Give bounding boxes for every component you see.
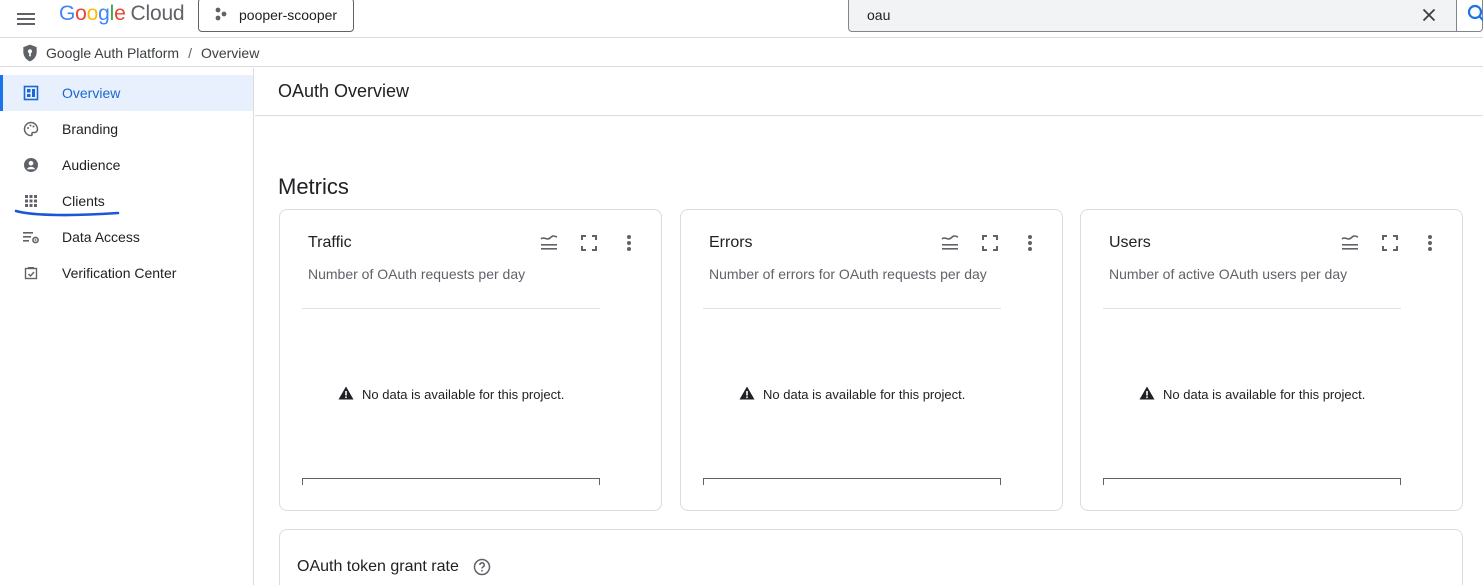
fullscreen-icon[interactable] <box>978 231 1002 255</box>
main-content: OAuth Overview Metrics Traffic Number of… <box>255 68 1483 585</box>
palette-icon <box>22 120 40 138</box>
warning-icon <box>1139 386 1155 403</box>
list-settings-icon <box>22 228 40 246</box>
chart-axis <box>703 478 1001 485</box>
empty-state-message: No data is available for this project. <box>362 387 565 402</box>
logo-letter: o <box>75 2 87 25</box>
fullscreen-icon[interactable] <box>577 231 601 255</box>
fullscreen-icon[interactable] <box>1378 231 1402 255</box>
project-dots-icon <box>213 6 229 25</box>
metric-card-errors: Errors Number of errors for OAuth reques… <box>680 209 1063 511</box>
project-picker-button[interactable]: pooper-scooper <box>198 0 354 32</box>
grant-rate-title-text: OAuth token grant rate <box>297 558 459 575</box>
sidebar-item-overview[interactable]: Overview <box>0 75 253 111</box>
empty-state: No data is available for this project. <box>338 386 564 403</box>
close-icon[interactable] <box>1418 4 1440 26</box>
sidebar-item-label: Overview <box>62 85 121 101</box>
apps-grid-icon <box>22 192 40 210</box>
card-actions <box>537 231 641 255</box>
help-circle-icon[interactable] <box>473 558 491 576</box>
metric-card-users: Users Number of active OAuth users per d… <box>1080 209 1463 511</box>
shield-icon <box>20 43 40 63</box>
breadcrumb-item-overview[interactable]: Overview <box>201 45 259 61</box>
sidebar-item-label: Audience <box>62 157 121 173</box>
sidebar-item-label: Verification Center <box>62 265 177 281</box>
top-app-bar: Google Cloud pooper-scooper <box>0 0 1483 38</box>
sidebar-item-label: Clients <box>62 193 105 209</box>
empty-state: No data is available for this project. <box>739 386 965 403</box>
chart-style-icon[interactable] <box>537 231 561 255</box>
card-subtitle: Number of active OAuth users per day <box>1109 266 1348 282</box>
empty-state-message: No data is available for this project. <box>763 387 966 402</box>
divider <box>302 308 600 309</box>
page-title: OAuth Overview <box>255 68 1483 116</box>
breadcrumb-item-platform[interactable]: Google Auth Platform <box>46 45 179 61</box>
empty-state: No data is available for this project. <box>1139 386 1365 403</box>
logo-letter: o <box>86 2 99 25</box>
logo-product-name: Cloud <box>130 2 185 25</box>
sidebar-item-label: Branding <box>62 121 119 137</box>
sidebar-item-label: Data Access <box>62 229 140 245</box>
card-title: Traffic <box>308 234 352 251</box>
sidebar: Overview Branding Audience Clients Data … <box>0 68 254 585</box>
logo-letter: e <box>114 2 126 25</box>
chart-axis <box>1103 478 1401 485</box>
divider <box>1103 308 1401 309</box>
more-vert-icon[interactable] <box>1418 231 1442 255</box>
breadcrumb: Google Auth Platform / Overview <box>0 39 1483 67</box>
section-title-metrics: Metrics <box>278 174 349 199</box>
logo-letter: G <box>59 2 76 25</box>
card-subtitle: Number of errors for OAuth requests per … <box>709 266 987 282</box>
sidebar-item-audience[interactable]: Audience <box>0 147 253 183</box>
card-title: Users <box>1109 234 1151 251</box>
warning-icon <box>338 386 354 403</box>
empty-state-message: No data is available for this project. <box>1163 387 1366 402</box>
verified-checkbox-icon <box>22 264 40 282</box>
google-cloud-logo[interactable]: Google Cloud <box>59 2 185 26</box>
chart-style-icon[interactable] <box>1338 231 1362 255</box>
card-subtitle: Number of OAuth requests per day <box>308 266 526 282</box>
sidebar-item-verification-center[interactable]: Verification Center <box>0 255 253 291</box>
breadcrumb-separator: / <box>188 44 192 61</box>
metric-card-traffic: Traffic Number of OAuth requests per day… <box>279 209 662 511</box>
more-vert-icon[interactable] <box>617 231 641 255</box>
card-title: Errors <box>709 234 753 251</box>
search-input[interactable] <box>849 6 1389 23</box>
sidebar-item-data-access[interactable]: Data Access <box>0 219 253 255</box>
search-box <box>848 0 1456 32</box>
grant-rate-card: OAuth token grant rate <box>279 529 1463 585</box>
warning-icon <box>739 386 755 403</box>
chart-style-icon[interactable] <box>938 231 962 255</box>
grant-rate-title: OAuth token grant rate <box>297 558 491 576</box>
more-vert-icon[interactable] <box>1018 231 1042 255</box>
card-actions <box>1338 231 1442 255</box>
search-button[interactable] <box>1456 0 1483 32</box>
hamburger-menu-icon[interactable] <box>14 7 38 31</box>
dashboard-icon <box>22 84 40 102</box>
card-actions <box>938 231 1042 255</box>
logo-letter: g <box>98 2 110 25</box>
sidebar-item-branding[interactable]: Branding <box>0 111 253 147</box>
project-name: pooper-scooper <box>239 7 338 23</box>
account-circle-icon <box>22 156 40 174</box>
divider <box>703 308 1001 309</box>
sidebar-item-clients[interactable]: Clients <box>0 183 253 219</box>
chart-axis <box>302 478 600 485</box>
